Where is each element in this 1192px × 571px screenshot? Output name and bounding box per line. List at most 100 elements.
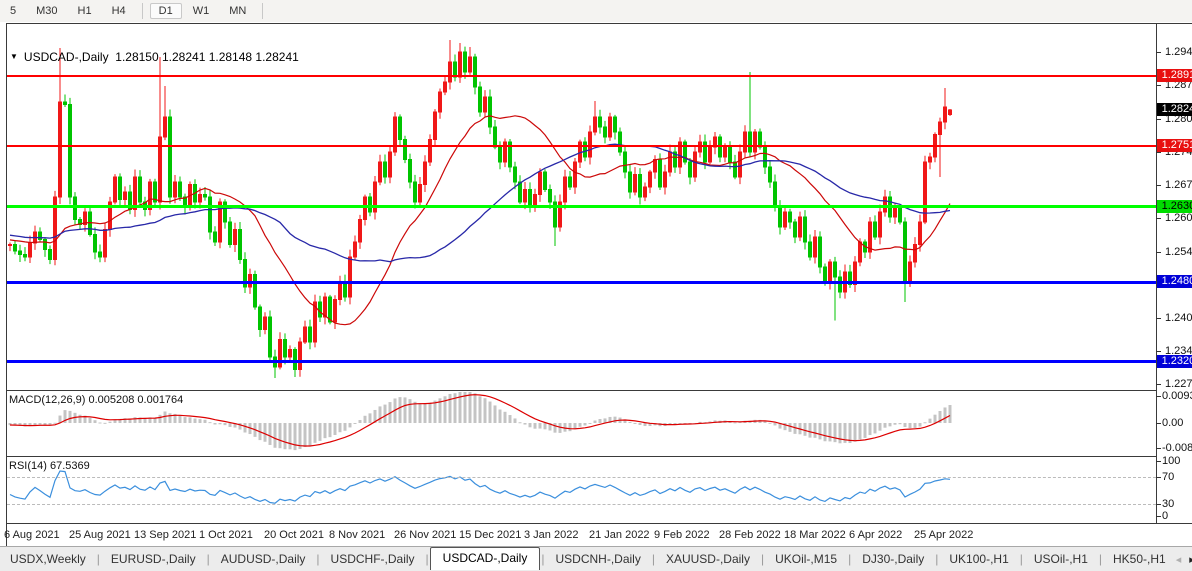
price-axis-tick xyxy=(1156,252,1161,253)
chart-title: ▼ USDCAD-,Daily 1.28150 1.28241 1.28148 1… xyxy=(10,50,299,64)
rsi-axis-label: 100 xyxy=(1162,455,1181,467)
rsi-axis-label: 0 xyxy=(1162,510,1169,522)
price-axis-tick xyxy=(1156,119,1161,120)
tab-usdchf-daily[interactable]: USDCHF-,Daily xyxy=(321,549,425,569)
chart-title-ohlc: 1.28150 1.28241 1.28148 1.28241 xyxy=(115,50,299,64)
tab-usoil-h1[interactable]: USOil-,H1 xyxy=(1024,549,1098,569)
price-axis-label: 1.26740 xyxy=(1165,179,1192,191)
date-axis-label: 15 Dec 2021 xyxy=(459,529,522,541)
tab-usdcnh-daily[interactable]: USDCNH-,Daily xyxy=(545,549,650,569)
candlestick-series xyxy=(8,40,952,378)
price-axis-label: 1.26080 xyxy=(1165,212,1192,224)
rsi-level-30 xyxy=(7,504,1156,505)
tab-separator: | xyxy=(651,552,655,566)
date-axis-label: 18 Mar 2022 xyxy=(784,529,846,541)
price-axis-tick xyxy=(1156,351,1161,352)
timeframe-button-W1[interactable]: W1 xyxy=(184,3,219,19)
timeframe-button-H1[interactable]: H1 xyxy=(69,3,101,19)
tab-separator: | xyxy=(541,552,545,566)
tab-separator: | xyxy=(206,552,210,566)
rsi-axis-tick xyxy=(1156,504,1161,505)
date-axis-label: 20 Oct 2021 xyxy=(264,529,324,541)
date-axis-label: 9 Feb 2022 xyxy=(654,529,710,541)
price-tag-1.28241: 1.28241 xyxy=(1157,102,1192,116)
macd-axis-tick xyxy=(1156,396,1161,397)
date-axis-label: 21 Jan 2022 xyxy=(589,529,650,541)
date-axis-label: 25 Apr 2022 xyxy=(914,529,974,541)
date-axis-label: 6 Aug 2021 xyxy=(4,529,60,541)
price-axis-label: 1.25400 xyxy=(1165,246,1192,258)
tab-xauusd-daily[interactable]: XAUUSD-,Daily xyxy=(656,549,760,569)
date-axis-label: 28 Feb 2022 xyxy=(719,529,781,541)
price-axis-tick xyxy=(1156,384,1161,385)
date-axis-label: 13 Sep 2021 xyxy=(134,529,197,541)
date-axis-label: 6 Apr 2022 xyxy=(849,529,903,541)
tab-uk100-h1[interactable]: UK100-,H1 xyxy=(939,549,1018,569)
tab-audusd-daily[interactable]: AUDUSD-,Daily xyxy=(211,549,316,569)
toolbar-separator xyxy=(262,3,264,19)
tab-separator: | xyxy=(96,552,100,566)
macd-label: MACD(12,26,9) 0.005208 0.001764 xyxy=(9,394,184,406)
price-axis-tick xyxy=(1156,218,1161,219)
rsi-axis-tick xyxy=(1156,516,1161,517)
tab-separator: | xyxy=(848,552,852,566)
date-axis-label: 8 Nov 2021 xyxy=(329,529,386,541)
macd-axis-label: 0.009345 xyxy=(1162,390,1192,402)
price-axis-tick xyxy=(1156,52,1161,53)
rsi-label: RSI(14) 67.5369 xyxy=(9,460,90,472)
price-tag-1.23203: 1.23203 xyxy=(1157,354,1192,368)
tab-usdcad-daily[interactable]: USDCAD-,Daily xyxy=(429,546,541,570)
tab-separator: | xyxy=(316,552,320,566)
rsi-panel-top-border xyxy=(6,456,1156,457)
tab-separator: | xyxy=(760,552,765,566)
rsi-series xyxy=(9,470,951,504)
tab-separator: | xyxy=(935,552,939,566)
rsi-level-70 xyxy=(7,477,1156,478)
tab-hk50-h1[interactable]: HK50-,H1 xyxy=(1103,549,1176,569)
chart-dropdown-icon[interactable]: ▼ xyxy=(10,52,18,61)
tab-usdx-weekly[interactable]: USDX,Weekly xyxy=(0,549,96,569)
tab-separator: | xyxy=(1098,552,1103,566)
price-tag-1.24800: 1.24800 xyxy=(1157,275,1192,288)
rsi-axis-label: 30 xyxy=(1162,498,1175,510)
toolbar-separator xyxy=(141,3,143,19)
rsi-axis-tick xyxy=(1156,461,1161,462)
timeframe-button-5[interactable]: 5 xyxy=(1,3,25,19)
price-tag-1.27515: 1.27515 xyxy=(1157,139,1192,153)
price-axis-tick xyxy=(1156,85,1161,86)
horizontal-level-line-1.23203[interactable] xyxy=(7,360,1156,363)
rsi-axis-label: 70 xyxy=(1162,471,1175,483)
date-axis-label: 26 Nov 2021 xyxy=(394,529,457,541)
rsi-axis-tick xyxy=(1156,477,1161,478)
horizontal-level-line-1.28912[interactable] xyxy=(7,75,1156,77)
timeframe-toolbar: 5 M30 H1 H4 D1 W1 MN xyxy=(0,0,1192,22)
horizontal-level-line-1.26303[interactable] xyxy=(7,205,1156,208)
tab-separator: | xyxy=(425,552,429,566)
chart-title-symbol: USDCAD-,Daily xyxy=(23,50,109,64)
macd-axis-label: -0.008903 xyxy=(1162,442,1192,454)
price-axis-tick xyxy=(1156,185,1161,186)
chart-left-border xyxy=(6,23,7,546)
tab-scroll-left-icon[interactable]: ◂ xyxy=(1176,554,1182,566)
price-axis-tick xyxy=(1156,318,1161,319)
ma-fast-line xyxy=(9,115,951,326)
tab-dj30-daily[interactable]: DJ30-,Daily xyxy=(852,549,934,569)
timeframe-button-H4[interactable]: H4 xyxy=(103,3,135,19)
tab-eurusd-daily[interactable]: EURUSD-,Daily xyxy=(101,549,206,569)
timeframe-button-MN[interactable]: MN xyxy=(220,3,255,19)
date-axis-border xyxy=(6,523,1192,524)
tab-ukoil-m15[interactable]: UKOil-,M15 xyxy=(765,549,847,569)
horizontal-level-line-1.27515[interactable] xyxy=(7,145,1156,147)
timeframe-button-D1[interactable]: D1 xyxy=(149,3,182,19)
macd-axis-tick xyxy=(1156,423,1161,424)
tab-scroll-arrows: ◂▸ xyxy=(1176,553,1192,566)
price-axis-label: 1.22760 xyxy=(1165,378,1192,390)
price-chart-canvas[interactable] xyxy=(0,22,1192,546)
horizontal-level-line-1.248[interactable] xyxy=(7,281,1156,284)
tab-separator: | xyxy=(1019,552,1023,566)
price-axis-label: 1.24080 xyxy=(1165,312,1192,324)
date-axis-label: 25 Aug 2021 xyxy=(69,529,131,541)
timeframe-button-M30[interactable]: M30 xyxy=(27,3,66,19)
price-axis-label: 1.29400 xyxy=(1165,46,1192,58)
chart-window[interactable]: ▼ USDCAD-,Daily 1.28150 1.28241 1.28148 1… xyxy=(0,22,1192,550)
